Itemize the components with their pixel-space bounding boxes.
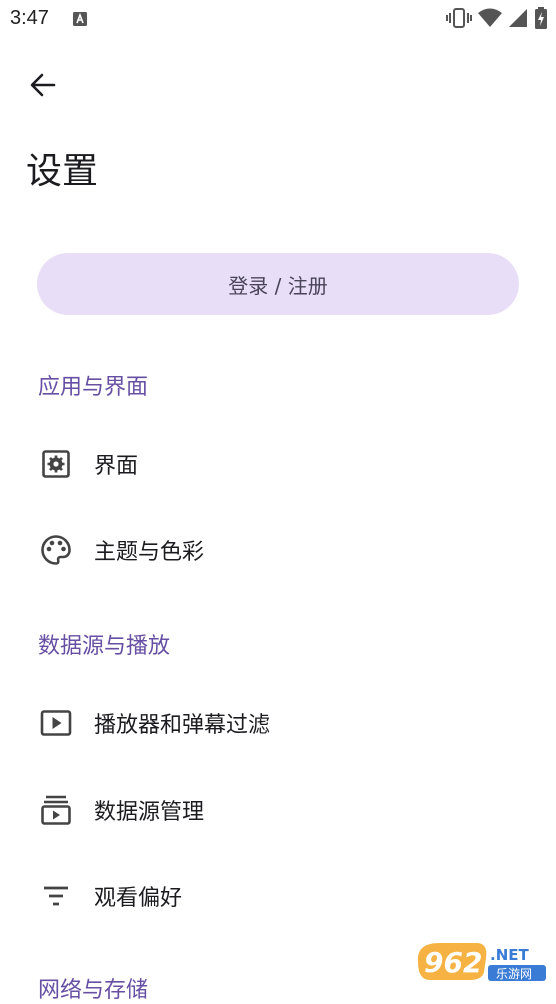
vibrate-icon xyxy=(446,7,472,33)
palette-icon xyxy=(38,532,74,568)
status-icons xyxy=(446,7,548,33)
arrow-back-icon xyxy=(29,71,57,103)
notification-a-icon xyxy=(72,11,88,31)
subscriptions-icon xyxy=(38,792,74,828)
list-item-label: 观看偏好 xyxy=(94,886,183,911)
list-item-label: 界面 xyxy=(94,454,139,479)
battery-charging-icon xyxy=(534,7,548,33)
svg-text:.NET: .NET xyxy=(490,946,529,964)
svg-text:乐游网: 乐游网 xyxy=(496,967,532,981)
list-item-label: 主题与色彩 xyxy=(94,540,205,565)
list-item-player-danmaku-filter[interactable]: 播放器和弹幕过滤 xyxy=(0,687,556,759)
section-header-app-interface: 应用与界面 xyxy=(38,375,149,400)
section-header-network-storage: 网络与存储 xyxy=(38,978,149,1003)
list-item-data-source-management[interactable]: 数据源管理 xyxy=(0,774,556,846)
status-bar: 3:47 xyxy=(0,0,556,38)
section-header-data-source-playback: 数据源与播放 xyxy=(38,634,171,659)
status-time: 3:47 xyxy=(10,7,49,29)
back-button[interactable] xyxy=(22,66,64,108)
list-item-viewing-preferences[interactable]: 观看偏好 xyxy=(0,860,556,932)
list-item-label: 数据源管理 xyxy=(94,800,205,825)
watermark-logo: 962 .NET 乐游网 xyxy=(414,938,550,984)
settings-box-icon xyxy=(38,446,74,482)
list-item-theme-color[interactable]: 主题与色彩 xyxy=(0,514,556,586)
play-box-icon xyxy=(38,705,74,741)
filter-list-icon xyxy=(38,878,74,914)
wifi-icon xyxy=(478,8,502,32)
signal-icon xyxy=(508,8,528,32)
list-item-interface[interactable]: 界面 xyxy=(0,428,556,500)
list-item-label: 播放器和弹幕过滤 xyxy=(94,713,271,738)
page-title: 设置 xyxy=(26,151,99,192)
login-register-button[interactable]: 登录 / 注册 xyxy=(37,253,519,315)
svg-text:962: 962 xyxy=(424,946,482,979)
